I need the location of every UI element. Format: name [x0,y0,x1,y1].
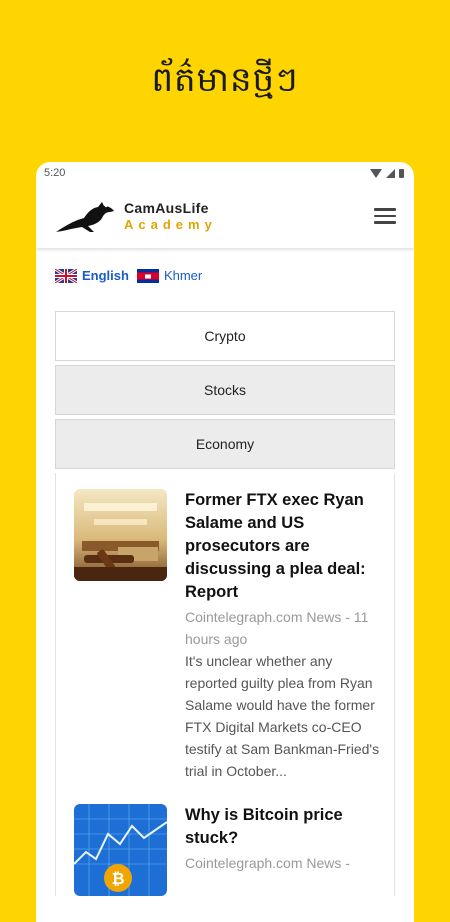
news-item[interactable]: Former FTX exec Ryan Salame and US prose… [56,489,394,782]
app-name: CamAusLife [124,200,209,216]
signal-icon [386,168,395,178]
svg-text:₿: ₿ [111,869,124,888]
news-description: It's unclear whether any reported guilty… [185,653,380,779]
news-source: Cointelegraph.com News - [185,855,350,871]
language-khmer-link[interactable]: Khmer [136,268,203,283]
battery-icon [399,168,404,178]
news-item[interactable]: ₿ Why is Bitcoin price stuck? Cointelegr… [56,804,394,896]
app-bar: CamAusLife Academy [36,184,414,248]
news-title: Former FTX exec Ryan Salame and US prose… [185,491,366,601]
tab-economy[interactable]: Economy [55,419,395,469]
phone-screen: 5:20 CamAusLife Academy English Khmer Cr… [36,162,414,922]
news-title: Why is Bitcoin price stuck? [185,806,343,847]
status-bar: 5:20 [36,162,414,184]
category-tabs: Crypto Stocks Economy [55,311,395,469]
courtroom-gavel-image [74,489,167,581]
hamburger-menu-icon[interactable] [374,208,396,224]
uk-flag-icon [55,268,77,283]
language-khmer-label: Khmer [163,268,203,283]
language-english-label: English [82,268,129,283]
language-switcher: English Khmer [36,268,414,283]
tab-stocks[interactable]: Stocks [55,365,395,415]
news-list: Former FTX exec Ryan Salame and US prose… [55,473,395,896]
status-icons [370,168,404,178]
status-time: 5:20 [44,167,66,179]
wifi-icon [370,168,382,178]
kangaroo-logo-icon [56,202,114,232]
tab-crypto[interactable]: Crypto [55,311,395,361]
app-logo[interactable]: CamAusLife Academy [54,198,217,234]
bitcoin-chart-image: ₿ [74,804,167,896]
app-subtitle: Academy [124,217,217,232]
cambodia-flag-icon [136,268,159,283]
language-english-link[interactable]: English [55,268,129,283]
news-source: Cointelegraph.com News - 11 hours ago [185,609,369,647]
promo-title: ព័ត៌មានថ្មីៗ [151,60,299,100]
